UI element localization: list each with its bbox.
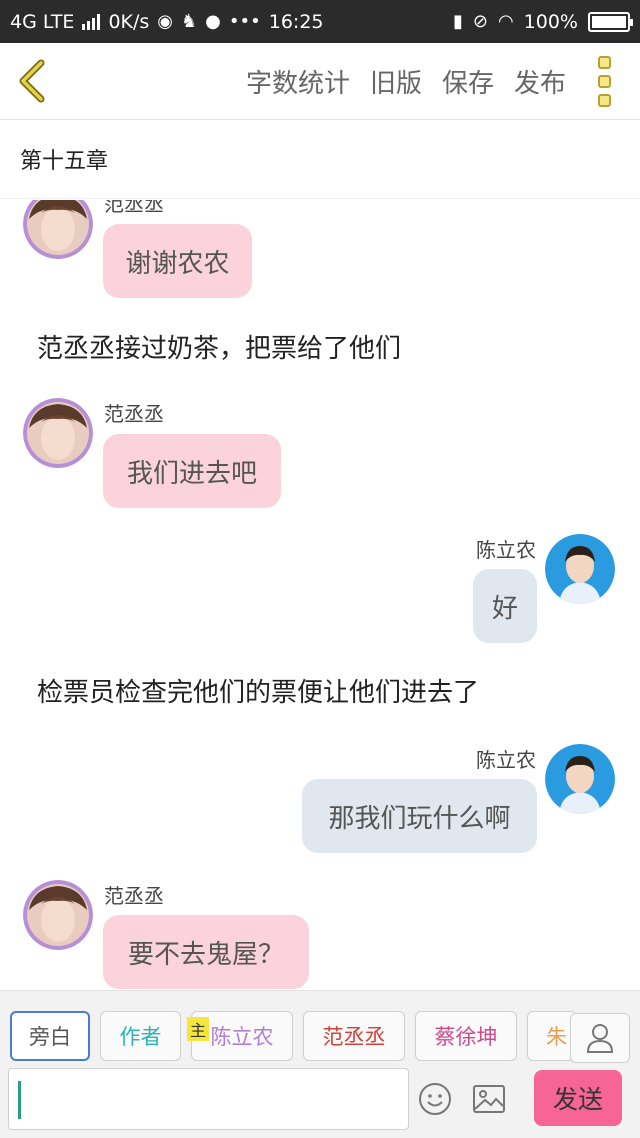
weibo-icon: ◉ — [157, 11, 174, 32]
avatar-fan[interactable] — [23, 880, 93, 950]
battery-icon — [588, 11, 633, 32]
avatar-fan[interactable] — [23, 200, 93, 259]
old-version-button[interactable]: 旧版 — [370, 63, 422, 100]
message-input[interactable] — [8, 1068, 409, 1130]
message-bubble[interactable]: 要不去鬼屋？ — [103, 915, 309, 989]
more-dot-icon — [597, 55, 611, 69]
narration-text[interactable]: 检票员检查完他们的票便让他们进去了 — [37, 672, 479, 709]
status-bar: 4G LTE 0K/s ◉ ♞ ● ••• 16:25 ▮ ⊘ ◠ 100% — [0, 0, 640, 43]
battery-percent: 100% — [523, 10, 578, 33]
image-button[interactable] — [472, 1084, 506, 1114]
charging-icon: ▮ — [452, 11, 463, 32]
network-label: 4G LTE — [10, 10, 75, 33]
avatar-fan[interactable] — [23, 398, 93, 468]
sender-name: 陈立农 — [476, 538, 536, 562]
mute-icon: ⊘ — [472, 11, 488, 32]
more-dot-icon — [597, 74, 611, 88]
more-notifications-icon: ••• — [228, 11, 261, 32]
qq-icon: ♞ — [181, 11, 198, 32]
bottom-panel: 旁白 作者 陈立农 范丞丞 蔡徐坤 朱 主 发送 — [0, 990, 640, 1138]
emoji-button[interactable] — [418, 1082, 452, 1116]
top-bar: 字数统计 旧版 保存 发布 — [0, 43, 640, 120]
role-fan-chip[interactable]: 范丞丞 — [303, 1011, 405, 1061]
more-dot-icon — [597, 93, 611, 107]
chapter-title: 第十五章 — [20, 149, 109, 174]
word-count-button[interactable]: 字数统计 — [246, 63, 350, 100]
avatar-image — [545, 744, 615, 814]
sender-name: 范丞丞 — [104, 884, 164, 908]
role-selector: 旁白 作者 陈立农 范丞丞 蔡徐坤 朱 — [0, 1011, 640, 1065]
save-button[interactable]: 保存 — [442, 63, 494, 100]
main-character-badge: 主 — [187, 1017, 209, 1041]
chat-area[interactable]: 范丞丞 谢谢农农 范丞丞接过奶茶，把票给了他们 范丞丞 我们进去吧 陈立农 好 … — [0, 200, 640, 990]
role-narrator-chip[interactable]: 旁白 — [10, 1011, 90, 1061]
avatar-image — [23, 880, 93, 950]
role-cai-chip[interactable]: 蔡徐坤 — [415, 1011, 517, 1061]
manage-roles-button[interactable] — [570, 1013, 630, 1063]
emoji-icon — [419, 1083, 451, 1115]
person-icon — [586, 1024, 614, 1053]
avatar-image — [23, 398, 93, 468]
back-button[interactable] — [0, 43, 64, 120]
message-bubble[interactable]: 谢谢农农 — [103, 224, 252, 298]
sender-name: 范丞丞 — [104, 402, 164, 426]
message-bubble[interactable]: 好 — [473, 569, 537, 643]
wifi-icon: ◠ — [497, 11, 514, 32]
avatar-image — [23, 200, 93, 259]
publish-button[interactable]: 发布 — [514, 63, 566, 100]
speed-label: 0K/s — [108, 10, 150, 33]
avatar-chen[interactable] — [545, 534, 615, 604]
avatar-image — [545, 534, 615, 604]
image-icon — [473, 1085, 505, 1113]
more-menu-button[interactable] — [584, 51, 624, 111]
signal-icon — [82, 13, 101, 30]
chapter-header[interactable]: 第十五章 — [0, 120, 640, 199]
avatar-chen[interactable] — [545, 744, 615, 814]
sender-name: 陈立农 — [476, 748, 536, 772]
chevron-left-icon — [19, 59, 45, 103]
sender-name: 范丞丞 — [104, 200, 164, 216]
message-icon: ● — [205, 11, 221, 32]
role-author-chip[interactable]: 作者 — [100, 1011, 181, 1061]
narration-text[interactable]: 范丞丞接过奶茶，把票给了他们 — [37, 328, 401, 365]
clock: 16:25 — [268, 10, 324, 33]
message-bubble[interactable]: 那我们玩什么啊 — [302, 779, 537, 853]
send-button[interactable]: 发送 — [534, 1070, 622, 1126]
message-bubble[interactable]: 我们进去吧 — [103, 434, 281, 508]
